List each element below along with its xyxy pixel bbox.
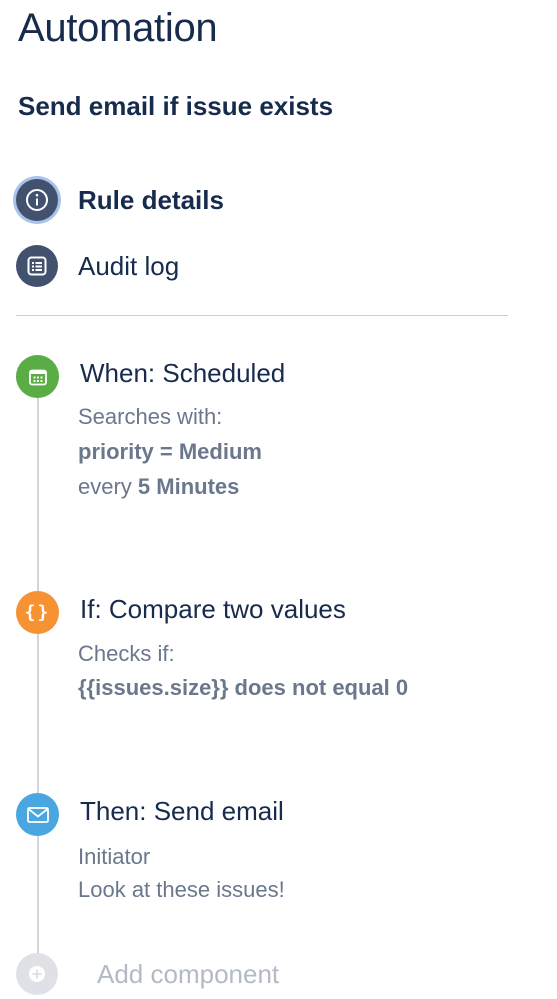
add-component-label: Add component — [97, 958, 280, 989]
action-heading: Then: Send email — [80, 796, 284, 826]
page-title: Automation — [18, 6, 218, 50]
condition-heading: If: Compare two values — [80, 594, 346, 624]
nav-rule-details[interactable]: Rule details — [16, 178, 224, 222]
add-component-button[interactable]: Add component — [16, 952, 279, 996]
nav-rule-details-label: Rule details — [78, 184, 224, 215]
trigger-heading: When: Scheduled — [80, 358, 286, 388]
plus-icon — [16, 953, 58, 995]
trigger-line-1: Searches with: — [78, 404, 223, 429]
condition-expression: {{issues.size}} does not equal 0 — [78, 675, 409, 700]
trigger-every: every — [78, 474, 132, 499]
rule-name: Send email if issue exists — [18, 91, 334, 121]
divider — [16, 315, 508, 316]
envelope-icon — [16, 793, 59, 836]
calendar-icon — [16, 355, 59, 398]
action-line-1: Initiator — [78, 844, 151, 869]
info-icon — [16, 179, 58, 221]
trigger-interval: 5 Minutes — [137, 474, 240, 499]
nav-audit-log-label: Audit log — [78, 250, 180, 281]
trigger-jql: priority = Medium — [78, 439, 262, 464]
list-icon — [16, 245, 58, 287]
timeline-line — [37, 376, 39, 972]
nav-audit-log[interactable]: Audit log — [16, 244, 179, 288]
braces-icon: {} — [16, 591, 59, 634]
action-line-2: Look at these issues! — [78, 877, 285, 902]
condition-line-1: Checks if: — [78, 641, 175, 666]
